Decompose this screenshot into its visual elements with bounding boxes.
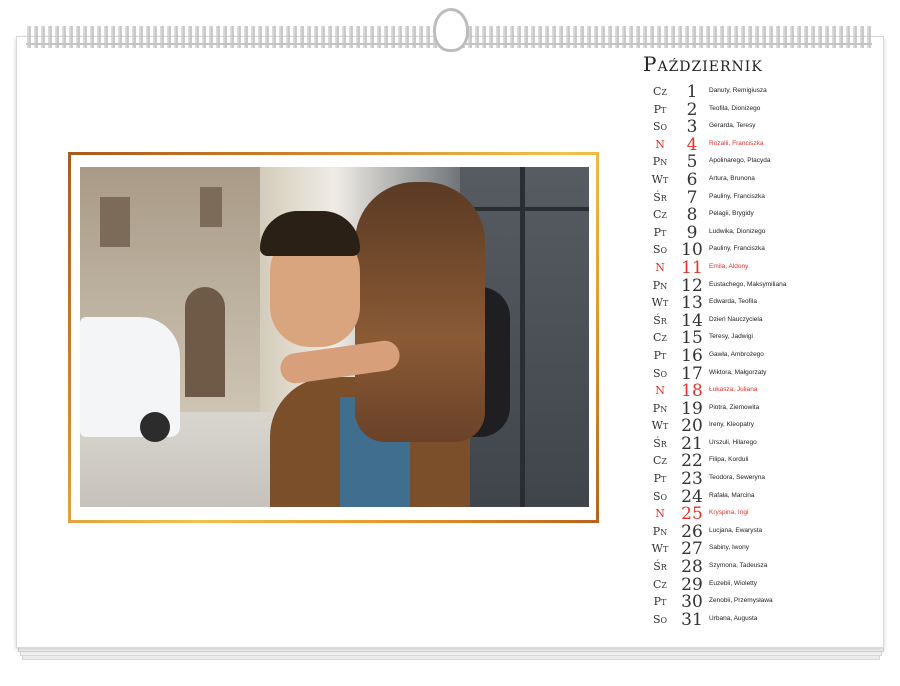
name-day: Kryspina, Ingi [709, 509, 749, 517]
day-of-week: Pt [653, 595, 667, 609]
day-of-week: Pt [653, 472, 667, 486]
name-day: Rozalii, Franciszka [709, 139, 764, 147]
day-of-week: Pn [652, 155, 668, 169]
day-of-week: Pn [652, 401, 668, 415]
photo-van-wheel [140, 412, 170, 442]
day-of-week: Pn [652, 524, 668, 538]
name-day: Szymona, Tadeusza [709, 562, 768, 570]
name-day: Teresy, Jadwigi [709, 333, 753, 341]
day-of-week: N [655, 260, 665, 274]
day-of-week: Wt [651, 296, 669, 310]
name-day: Teofila, Dionizego [709, 104, 761, 112]
name-day: Filipa, Korduli [709, 456, 749, 464]
days-list: Cz 1 Danuty, Remigiusza Pt 2 Teofila, Dionize… [646, 82, 876, 630]
name-day: Danuty, Remigiusza [709, 87, 767, 94]
name-day: Gawła, Ambrożego [709, 350, 764, 358]
day-of-week: So [652, 489, 668, 503]
photo-man-hair [260, 211, 360, 256]
name-day: Zenobii, Przemysława [709, 597, 773, 605]
day-of-week: Wt [651, 419, 669, 433]
day-of-week: So [652, 366, 668, 380]
day-of-week: Śr [653, 190, 667, 204]
day-of-week: N [655, 507, 665, 521]
day-of-week: So [652, 612, 668, 626]
name-day: Lucjana, Ewarysta [709, 526, 763, 534]
day-of-week: Cz [653, 454, 667, 468]
name-day: Emila, Aldony [709, 262, 749, 270]
day-of-week: Cz [653, 577, 667, 591]
name-day: Edwarda, Teofila [709, 298, 757, 306]
name-day: Sabiny, Iwony [709, 544, 749, 552]
photo-window [200, 187, 222, 227]
name-day: Dzień Nauczyciela [709, 315, 763, 323]
name-day: Ireny, Kleopatry [709, 421, 755, 429]
day-of-week: Pt [653, 225, 667, 239]
photo-woman-hair [355, 182, 485, 442]
hanger-hook-icon [433, 8, 469, 52]
day-of-week: Śr [653, 313, 667, 327]
name-day: Pelagii, Brygidy [709, 210, 754, 218]
day-of-week: So [652, 243, 668, 257]
photo-mat [71, 155, 596, 520]
day-of-week: Śr [653, 560, 667, 574]
day-of-week: Cz [653, 85, 667, 98]
name-day: Euzebii, Wioletty [709, 579, 758, 587]
photo-frame [68, 152, 599, 523]
name-day: Pauliny, Franciszka [709, 245, 765, 253]
name-day: Pauliny, Franciszka [709, 192, 765, 200]
photo-arch [185, 287, 225, 397]
name-day: Wiktora, Małgorzaty [709, 368, 767, 376]
name-day: Łukasza, Juliana [709, 386, 758, 394]
day-of-week: So [652, 120, 668, 134]
couple-photo [80, 167, 589, 507]
photo-window [100, 197, 130, 247]
name-day: Apolinarego, Placyda [709, 157, 771, 165]
day-of-week: Wt [651, 542, 669, 556]
photo-glass-frame [520, 167, 525, 507]
day-of-week: Pt [653, 102, 667, 116]
name-day: Urbana, Augusta [709, 614, 758, 622]
day-of-week: Cz [653, 331, 667, 345]
day-number: 31 [681, 609, 703, 630]
name-day: Gerarda, Teresy [709, 122, 756, 130]
name-day: Rafała, Marcina [709, 491, 755, 499]
day-row: So 31 Urbana, Augusta [646, 609, 876, 630]
day-of-week: Wt [651, 172, 669, 186]
name-day: Teodora, Seweryna [709, 474, 766, 482]
day-of-week: Pn [652, 278, 668, 292]
day-of-week: Śr [653, 436, 667, 450]
day-of-week: N [655, 384, 665, 398]
day-of-week: N [655, 137, 665, 151]
day-of-week: Pt [653, 348, 667, 362]
name-day: Piotra, Ziemowita [709, 403, 760, 411]
name-day: Ludwika, Dionizego [709, 227, 766, 235]
day-of-week: Cz [653, 208, 667, 222]
name-day: Artura, Brunona [709, 174, 755, 182]
name-day: Urszuli, Hilarego [709, 438, 757, 446]
month-title: Październik [643, 52, 763, 76]
name-day: Eustachego, Maksymiliana [709, 280, 787, 288]
